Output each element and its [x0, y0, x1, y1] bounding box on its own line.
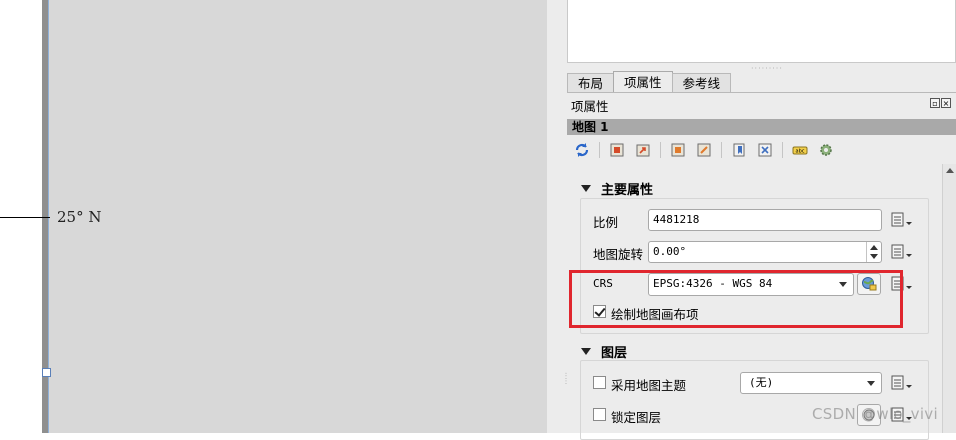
scroll-up-arrow-icon[interactable] [946, 168, 954, 173]
grid-annotation-label: 25° N [57, 208, 102, 226]
refresh-icon[interactable] [573, 141, 591, 159]
scale-data-defined-icon[interactable] [889, 210, 913, 230]
rotation-data-defined-icon[interactable] [889, 242, 913, 262]
close-dock-icon[interactable]: × [941, 98, 951, 108]
layout-canvas[interactable]: 25° N [0, 0, 556, 433]
theme-value: (无) [749, 376, 774, 389]
watermark-text: CSDN @wlo_vivi [812, 405, 938, 423]
rotation-value: 0.00° [653, 245, 687, 258]
view-extent-icon[interactable] [634, 141, 652, 159]
toolbar-separator [599, 142, 600, 158]
main-properties-group-toggle[interactable]: 主要属性 [581, 179, 653, 198]
tabs-baseline [567, 92, 956, 93]
tab-guides[interactable]: 参考线 [671, 73, 732, 93]
zoom-content-icon[interactable] [695, 141, 713, 159]
label-icon[interactable]: abc [791, 141, 809, 159]
toolbar-separator [660, 142, 661, 158]
dock-title: 项属性 [571, 99, 609, 114]
toolbar-separator [721, 142, 722, 158]
splitter-handle[interactable]: ········· [751, 64, 783, 73]
move-content-icon[interactable] [669, 141, 687, 159]
panel-splitter-handle[interactable]: ····· [561, 372, 570, 385]
scale-label: 比例 [593, 215, 619, 230]
tab-layout[interactable]: 布局 [567, 73, 615, 93]
lock-layers-label: 锁定图层 [611, 410, 662, 425]
spin-down-icon[interactable] [870, 254, 878, 259]
follow-theme-label: 采用地图主题 [611, 378, 687, 393]
theme-select[interactable]: (无) [740, 372, 882, 394]
top-dock-widget [567, 0, 956, 63]
rotation-spinbox[interactable]: 0.00° [648, 241, 882, 263]
spin-up-icon[interactable] [870, 245, 878, 250]
follow-theme-checkbox[interactable] [593, 376, 606, 389]
lock-layers-checkbox[interactable] [593, 408, 606, 421]
svg-text:abc: abc [796, 149, 805, 155]
layers-group-title: 图层 [601, 346, 628, 361]
vertical-scrollbar[interactable] [942, 164, 956, 433]
canvas-splitter[interactable] [547, 0, 556, 433]
float-dock-icon[interactable]: ▫ [930, 98, 940, 108]
grid-tick-line [0, 217, 50, 218]
map-item-frame[interactable] [48, 0, 547, 433]
item-header: 地图 1 [567, 119, 956, 135]
map-item-toolbar: abc [573, 140, 843, 160]
chevron-down-icon [867, 381, 875, 386]
right-dock-panel: ········· 布局 项属性 参考线 项属性 ▫ × 地图 1 abc 主要… [556, 0, 956, 440]
layers-group-toggle[interactable]: 图层 [581, 342, 627, 361]
theme-data-defined-icon[interactable] [889, 373, 913, 393]
rotation-label: 地图旋转 [593, 247, 644, 262]
bookmark-icon[interactable] [730, 141, 748, 159]
dock-controls: ▫ × [930, 98, 951, 108]
selection-handle[interactable] [42, 368, 51, 377]
highlight-annotation-box [569, 270, 903, 328]
scale-input[interactable]: 4481218 [648, 209, 882, 231]
atlas-icon[interactable] [756, 141, 774, 159]
panel-tabs: 布局 项属性 参考线 [567, 71, 732, 93]
collapse-arrow-icon [581, 185, 591, 192]
tab-item-properties[interactable]: 项属性 [613, 71, 673, 93]
set-extent-icon[interactable] [608, 141, 626, 159]
toolbar-separator [782, 142, 783, 158]
settings-gear-icon[interactable] [817, 141, 835, 159]
main-properties-title: 主要属性 [601, 183, 654, 198]
rotation-spin-arrows[interactable] [866, 242, 881, 262]
collapse-arrow-icon [581, 348, 591, 355]
